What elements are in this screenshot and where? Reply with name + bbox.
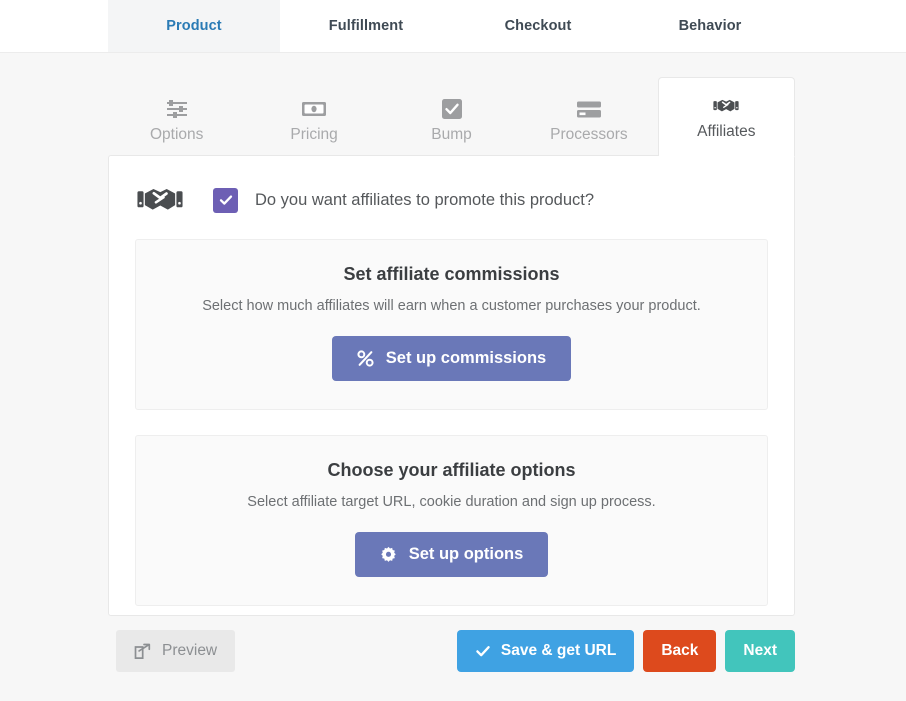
set-up-commissions-label: Set up commissions xyxy=(385,349,547,367)
subtab-pricing-label: Pricing xyxy=(290,126,338,144)
wizard-footer: Preview Save & get URL Back Next xyxy=(108,630,795,674)
tab-checkout-label: Checkout xyxy=(504,18,572,34)
tab-behavior[interactable]: Behavior xyxy=(624,0,796,52)
commissions-panel: Set affiliate commissions Select how muc… xyxy=(135,239,768,410)
tab-fulfillment[interactable]: Fulfillment xyxy=(280,0,452,52)
save-label: Save & get URL xyxy=(500,642,617,659)
topbar-left-spacer xyxy=(0,0,108,52)
affiliate-enable-checkbox[interactable] xyxy=(213,187,238,213)
tab-product-label: Product xyxy=(166,18,222,34)
subtab-affiliates[interactable]: Affiliates xyxy=(657,77,796,156)
subtab-bump[interactable]: Bump xyxy=(383,84,520,156)
subtab-bump-label: Bump xyxy=(431,126,472,144)
sliders-icon xyxy=(165,98,189,120)
handshake-icon xyxy=(135,184,185,216)
commissions-title: Set affiliate commissions xyxy=(343,264,560,284)
options-panel: Choose your affiliate options Select aff… xyxy=(135,435,768,606)
back-label: Back xyxy=(661,642,699,659)
active-tab-card-merge xyxy=(658,154,795,157)
preview-button[interactable]: Preview xyxy=(116,630,236,672)
affiliates-panel: Do you want affiliates to promote this p… xyxy=(108,155,795,616)
handshake-icon xyxy=(713,95,739,117)
check-icon xyxy=(475,643,491,659)
back-button[interactable]: Back xyxy=(643,630,717,672)
next-label: Next xyxy=(743,642,777,659)
set-up-options-label: Set up options xyxy=(408,545,524,563)
gear-icon xyxy=(380,546,397,563)
money-bill-icon xyxy=(301,98,327,120)
set-up-options-button[interactable]: Set up options xyxy=(354,532,549,577)
affiliate-question-row: Do you want affiliates to promote this p… xyxy=(109,156,794,216)
tab-checkout[interactable]: Checkout xyxy=(452,0,624,52)
subtab-pricing[interactable]: Pricing xyxy=(245,84,382,156)
check-icon xyxy=(219,195,232,205)
commissions-subtitle: Select how much affiliates will earn whe… xyxy=(202,298,701,314)
checkbox-icon xyxy=(441,98,463,120)
set-up-commissions-button[interactable]: Set up commissions xyxy=(331,336,572,381)
footer-action-group: Save & get URL Back Next xyxy=(456,630,795,672)
subtab-processors-label: Processors xyxy=(550,126,628,144)
credit-card-icon xyxy=(576,98,602,120)
tab-fulfillment-label: Fulfillment xyxy=(328,18,404,34)
affiliate-question-label: Do you want affiliates to promote this p… xyxy=(255,190,595,209)
subtab-processors[interactable]: Processors xyxy=(520,84,657,156)
subtab-affiliates-label: Affiliates xyxy=(697,122,756,140)
external-link-icon xyxy=(134,643,151,660)
percent-icon xyxy=(357,350,374,367)
subtab-options[interactable]: Options xyxy=(108,84,245,156)
next-button[interactable]: Next xyxy=(725,630,795,672)
save-and-get-url-button[interactable]: Save & get URL xyxy=(456,630,635,672)
options-title: Choose your affiliate options xyxy=(327,460,576,480)
primary-tab-bar: Product Fulfillment Checkout Behavior xyxy=(0,0,906,53)
tab-product[interactable]: Product xyxy=(108,0,280,52)
preview-label: Preview xyxy=(162,642,218,659)
product-subtab-bar: Options Pricing Bump Processors Affiliat… xyxy=(108,77,796,156)
tab-behavior-label: Behavior xyxy=(678,18,742,34)
subtab-options-label: Options xyxy=(149,126,204,144)
options-subtitle: Select affiliate target URL, cookie dura… xyxy=(247,494,656,510)
